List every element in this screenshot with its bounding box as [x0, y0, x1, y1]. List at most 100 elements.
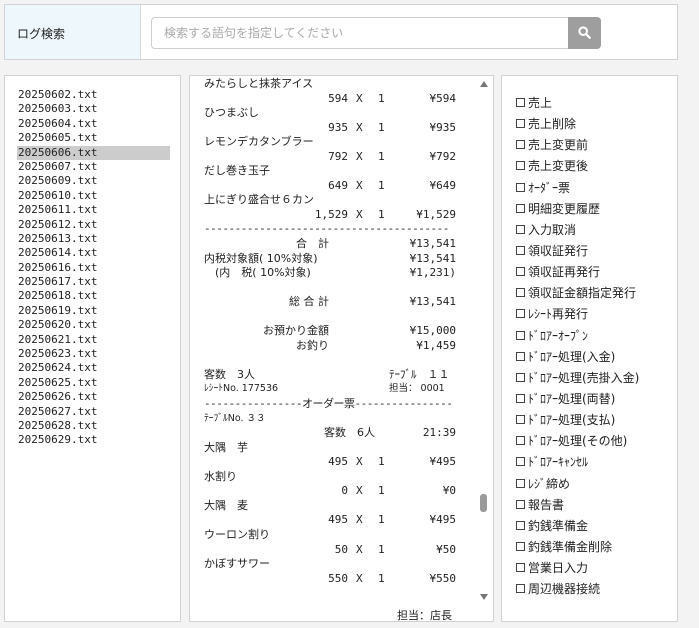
checkbox-icon[interactable]	[516, 563, 525, 573]
file-item[interactable]: 20250626.txt	[17, 390, 170, 404]
file-item[interactable]: 20250617.txt	[17, 275, 170, 289]
file-item[interactable]: 20250604.txt	[17, 117, 170, 131]
checkbox-icon[interactable]	[516, 457, 525, 467]
receipt-item-name: みたらしと抹茶アイス	[204, 77, 314, 90]
file-item[interactable]: 20250613.txt	[17, 232, 170, 246]
checkbox-icon[interactable]	[516, 203, 525, 213]
checkbox-icon[interactable]	[516, 415, 525, 425]
operation-checkbox-item[interactable]: ﾄﾞﾛｱｰ処理(両替)	[516, 388, 677, 409]
file-item[interactable]: 20250628.txt	[17, 419, 170, 433]
operation-checkbox-item[interactable]: 周辺機器接続	[516, 578, 677, 599]
checkbox-icon[interactable]	[516, 584, 525, 594]
file-item[interactable]: 20250605.txt	[17, 131, 170, 145]
operation-checkbox-item[interactable]: ﾄﾞﾛｱｰｷｬﾝｾﾙ	[516, 451, 677, 472]
scroll-up-arrow-icon[interactable]	[480, 81, 488, 87]
receipt-scrollbar[interactable]	[478, 79, 490, 619]
file-item-selected[interactable]: 20250606.txt	[17, 145, 170, 160]
checkbox-icon[interactable]	[516, 288, 525, 298]
checkbox-icon[interactable]	[516, 372, 525, 382]
receipt-line: 客数 6人 21:39	[202, 426, 460, 441]
operation-checkbox-item[interactable]: 売上変更後	[516, 155, 677, 176]
operation-label: 入力取消	[528, 222, 577, 237]
checkbox-icon[interactable]	[516, 224, 525, 234]
file-item[interactable]: 20250616.txt	[17, 261, 170, 275]
checkbox-icon[interactable]	[516, 246, 525, 256]
receipt-viewer-panel[interactable]: みたらしと抹茶アイス 594 X 1 ¥594 ひつまぶし 935 X 1 ¥935 レモンデカタン…	[189, 75, 494, 622]
operation-checkbox-item[interactable]: 明細変更履歴	[516, 198, 677, 219]
receipt-line: お預かり金額 ¥15,000	[202, 324, 460, 339]
operation-checkbox-item[interactable]: ﾄﾞﾛｱｰ処理(その他)	[516, 430, 677, 451]
file-item[interactable]: 20250624.txt	[17, 361, 170, 375]
receipt-line: ----------------オーダー票----------------	[202, 397, 460, 412]
checkbox-icon[interactable]	[516, 394, 525, 404]
file-item[interactable]: 20250602.txt	[17, 88, 170, 102]
operation-checkbox-item[interactable]: ﾚｼﾞ締め	[516, 473, 677, 494]
checkbox-icon[interactable]	[516, 478, 525, 488]
receipt-times-sign: X	[356, 207, 363, 221]
checkbox-icon[interactable]	[516, 330, 525, 340]
file-item[interactable]: 20250619.txt	[17, 304, 170, 318]
operation-checkbox-item[interactable]: 売上変更前	[516, 134, 677, 155]
search-input[interactable]	[151, 17, 569, 49]
file-list: 20250602.txt 20250603.txt 20250604.txt 2025…	[5, 88, 180, 448]
checkbox-icon[interactable]	[516, 520, 525, 530]
operation-checkbox-item[interactable]: 釣銭準備金削除	[516, 536, 677, 557]
header-bar: ログ検索	[4, 4, 678, 60]
scroll-down-arrow-icon[interactable]	[480, 594, 488, 600]
checkbox-icon[interactable]	[516, 436, 525, 446]
operation-checkbox-item[interactable]: 釣銭準備金	[516, 515, 677, 536]
operation-checkbox-item[interactable]: ﾚｼｰﾄ再発行	[516, 303, 677, 324]
operation-checkbox-item[interactable]: ﾄﾞﾛｱｰ処理(入金)	[516, 346, 677, 367]
checkbox-icon[interactable]	[516, 267, 525, 277]
receipt-line: かぼすサワー	[202, 557, 460, 572]
operation-label: ﾄﾞﾛｱｰ処理(売掛入金)	[528, 370, 640, 385]
file-item[interactable]: 20250611.txt	[17, 203, 170, 217]
receipt-line	[202, 586, 460, 601]
checkbox-icon[interactable]	[516, 542, 525, 552]
file-item[interactable]: 20250612.txt	[17, 218, 170, 232]
checkbox-icon[interactable]	[516, 98, 525, 108]
operation-checkbox-item[interactable]: 領収証金額指定発行	[516, 282, 677, 303]
receipt-line: 495 X 1 ¥495	[202, 513, 460, 528]
checkbox-icon[interactable]	[516, 119, 525, 129]
operation-checkbox-item[interactable]: 入力取消	[516, 219, 677, 240]
checkbox-icon[interactable]	[516, 161, 525, 171]
search-button[interactable]	[568, 17, 601, 49]
file-item[interactable]: 20250625.txt	[17, 376, 170, 390]
receipt-times-sign: X	[356, 120, 363, 134]
operation-checkbox-item[interactable]: ｵｰﾀﾞｰ票	[516, 177, 677, 198]
operation-label: 領収証再発行	[528, 265, 601, 280]
scroll-thumb[interactable]	[480, 494, 487, 512]
file-item[interactable]: 20250629.txt	[17, 433, 170, 447]
checkbox-icon[interactable]	[516, 309, 525, 319]
receipt-times-sign: X	[356, 484, 363, 498]
checkbox-icon[interactable]	[516, 351, 525, 361]
file-item[interactable]: 20250618.txt	[17, 289, 170, 303]
checkbox-icon[interactable]	[516, 140, 525, 150]
receipt-unit-price: 935	[328, 120, 348, 134]
operation-checkbox-item[interactable]: 領収証再発行	[516, 261, 677, 282]
checkbox-icon[interactable]	[516, 182, 525, 192]
file-item[interactable]: 20250609.txt	[17, 174, 170, 188]
operation-checkbox-item[interactable]: ﾄﾞﾛｱｰ処理(売掛入金)	[516, 367, 677, 388]
operation-checkbox-item[interactable]: 売上	[516, 92, 677, 113]
operation-checkbox-item[interactable]: 領収証発行	[516, 240, 677, 261]
operation-checkbox-item[interactable]: 営業日入力	[516, 557, 677, 578]
file-item[interactable]: 20250610.txt	[17, 189, 170, 203]
file-item[interactable]: 20250623.txt	[17, 347, 170, 361]
operation-checkbox-item[interactable]: ﾄﾞﾛｱｰ処理(支払)	[516, 409, 677, 430]
receipt-item-name: 大隅 芋	[204, 440, 248, 454]
file-item[interactable]: 20250620.txt	[17, 318, 170, 332]
operation-checkbox-item[interactable]: 売上削除	[516, 113, 677, 134]
receipt-line: 649 X 1 ¥649	[202, 179, 460, 194]
receipt-total-label: お預かり金額	[263, 324, 329, 338]
operation-checkbox-item[interactable]: 報告書	[516, 494, 677, 515]
receipt-unit-price: 594	[328, 91, 348, 105]
checkbox-icon[interactable]	[516, 499, 525, 509]
file-item[interactable]: 20250621.txt	[17, 333, 170, 347]
operation-checkbox-item[interactable]: ﾄﾞﾛｱｰｵｰﾌﾟﾝ	[516, 325, 677, 346]
file-item[interactable]: 20250603.txt	[17, 102, 170, 116]
file-item[interactable]: 20250614.txt	[17, 246, 170, 260]
file-item[interactable]: 20250607.txt	[17, 160, 170, 174]
file-item[interactable]: 20250627.txt	[17, 405, 170, 419]
